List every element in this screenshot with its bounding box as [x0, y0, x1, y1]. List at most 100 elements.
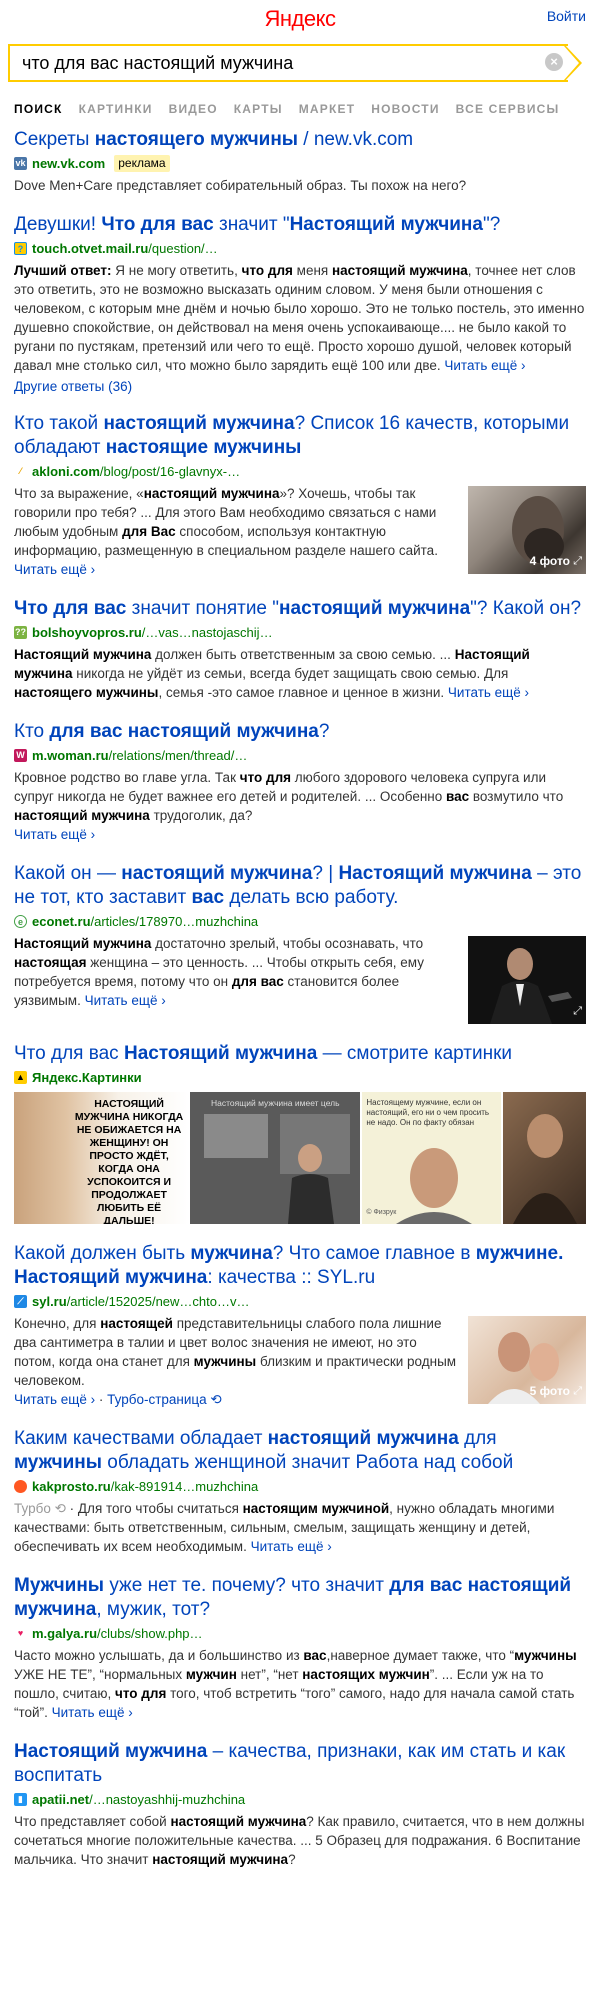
kakprosto-icon	[14, 1480, 27, 1493]
result-snippet: Турбо ⟲ · Для того чтобы считаться насто…	[14, 1501, 555, 1554]
header: Яндекс Войти	[0, 0, 600, 40]
result-title[interactable]: Кто для вас настоящий мужчина?	[14, 720, 586, 744]
photo-count-badge: 5 фото	[529, 1384, 570, 1398]
tab-all-services[interactable]: все сервисы	[456, 102, 560, 116]
result-item: Какой должен быть мужчина? Что самое гла…	[14, 1242, 586, 1409]
result-item: Что для вас значит понятие "настоящий му…	[14, 597, 586, 702]
yandex-logo[interactable]: Яндекс	[0, 6, 600, 32]
tab-search[interactable]: поиск	[14, 102, 63, 116]
result-thumbnail[interactable]: 5 фото ⤢	[468, 1316, 586, 1404]
result-title[interactable]: Настоящий мужчина – качества, признаки, …	[14, 1740, 586, 1788]
result-title[interactable]: Девушки! Что для вас значит "Настоящий м…	[14, 213, 586, 237]
result-url-link[interactable]: syl.ru/article/152025/new…chto…v…	[32, 1293, 250, 1310]
result-snippet: Конечно, для настоящей представительницы…	[14, 1316, 457, 1407]
syl-icon: ⟋	[14, 1295, 27, 1308]
search-arrow-inner-decor	[564, 46, 579, 80]
image-thumbnail[interactable]: Настоящий мужчина имеет цель	[190, 1092, 361, 1224]
result-url-link[interactable]: new.vk.com	[32, 155, 105, 172]
read-more-link[interactable]: Читать ещё ›	[85, 993, 166, 1008]
search-bar: что для вас настоящий мужчина ×	[8, 44, 584, 82]
result-url: e econet.ru/articles/178970…muzhchina	[14, 913, 586, 930]
expand-icon: ⤢	[573, 555, 582, 567]
result-url: W m.woman.ru/relations/men/thread/…	[14, 747, 586, 764]
result-url-link[interactable]: Яндекс.Картинки	[32, 1069, 142, 1086]
result-item: Секреты настоящего мужчины / new.vk.com …	[14, 128, 586, 195]
result-snippet: Часто можно услышать, да и большинство и…	[14, 1648, 577, 1720]
image-caption: © Физрук	[366, 1209, 397, 1216]
man-in-suit-photo	[490, 948, 572, 1024]
result-url: kakprosto.ru/kak-891914…muzhchina	[14, 1478, 586, 1495]
result-title[interactable]: Какой должен быть мужчина? Что самое гла…	[14, 1242, 586, 1290]
result-url-link[interactable]: akloni.com/blog/post/16-glavnyx-…	[32, 463, 240, 480]
turbo-page-link[interactable]: Турбо-страница	[107, 1392, 207, 1407]
result-title[interactable]: Кто такой настоящий мужчина? Список 16 к…	[14, 412, 586, 460]
result-url: ▮ apatii.net/…nastoyashhij-muzhchina	[14, 1791, 586, 1808]
bolshoyvopros-icon: ??	[14, 626, 27, 639]
result-title[interactable]: Мужчины уже нет те. почему? что значит д…	[14, 1574, 586, 1622]
result-url: ⟋ syl.ru/article/152025/new…chto…v…	[14, 1293, 586, 1310]
read-more-link[interactable]: Читать ещё ›	[14, 562, 95, 577]
turbo-icon: ⟲	[210, 1392, 222, 1407]
image-caption: НАСТОЯЩИЙ МУЖЧИНА НИКОГДА НЕ ОБИЖАЕТСЯ Н…	[74, 1098, 184, 1224]
akloni-icon: ⁄	[14, 465, 27, 478]
result-url: ⁄ akloni.com/blog/post/16-glavnyx-…	[14, 463, 586, 480]
search-query: что для вас настоящий мужчина	[22, 52, 294, 73]
login-link[interactable]: Войти	[547, 8, 586, 24]
read-more-link[interactable]: Читать ещё ›	[448, 685, 529, 700]
result-url: ♥ m.galya.ru/clubs/show.php…	[14, 1625, 586, 1642]
clear-icon[interactable]: ×	[545, 53, 563, 71]
search-input[interactable]: что для вас настоящий мужчина	[8, 44, 568, 82]
turbo-icon: ⟲	[54, 1501, 66, 1516]
result-title[interactable]: Какой он — настоящий мужчина? | Настоящи…	[14, 862, 586, 910]
woman-ru-icon: W	[14, 749, 27, 762]
result-snippet: Настоящий мужчина должен быть ответствен…	[14, 647, 530, 700]
result-snippet: Что за выражение, «настоящий мужчина»? Х…	[14, 486, 438, 577]
result-url: ▲ Яндекс.Картинки	[14, 1069, 586, 1086]
result-url-link[interactable]: econet.ru/articles/178970…muzhchina	[32, 913, 258, 930]
read-more-link[interactable]: Читать ещё ›	[251, 1539, 332, 1554]
result-item: Что для вас Настоящий мужчина — смотрите…	[14, 1042, 587, 1224]
vk-icon: vk	[14, 157, 27, 170]
image-strip: НАСТОЯЩИЙ МУЖЧИНА НИКОГДА НЕ ОБИЖАЕТСЯ Н…	[14, 1092, 587, 1224]
result-item: Мужчины уже нет те. почему? что значит д…	[14, 1574, 586, 1722]
result-snippet: Что представляет собой настоящий мужчина…	[14, 1814, 585, 1867]
tab-market[interactable]: маркет	[299, 102, 356, 116]
photo-count-badge: 4 фото	[529, 554, 570, 568]
search-tabs: поиск картинки видео карты маркет новост…	[14, 102, 559, 116]
image-thumbnail[interactable]	[502, 1092, 587, 1224]
result-title[interactable]: Секреты настоящего мужчины / new.vk.com	[14, 128, 586, 152]
read-more-link[interactable]: Читать ещё ›	[52, 1705, 133, 1720]
result-title[interactable]: Каким качествами обладает настоящий мужч…	[14, 1427, 586, 1475]
image-thumbnail[interactable]: НАСТОЯЩИЙ МУЖЧИНА НИКОГДА НЕ ОБИЖАЕТСЯ Н…	[14, 1092, 189, 1224]
result-title[interactable]: Что для вас значит понятие "настоящий му…	[14, 597, 586, 621]
tab-video[interactable]: видео	[169, 102, 218, 116]
result-url: ?? bolshoyvopros.ru/…vas…nastojaschij…	[14, 624, 586, 641]
result-item: Какой он — настоящий мужчина? | Настоящи…	[14, 862, 586, 1024]
tab-images[interactable]: картинки	[79, 102, 153, 116]
result-item: Кто такой настоящий мужчина? Список 16 к…	[14, 412, 586, 579]
image-thumbnail[interactable]: Настоящему мужчине, если он настоящий, е…	[362, 1092, 501, 1224]
read-more-link[interactable]: Читать ещё ›	[14, 827, 95, 842]
result-url-link[interactable]: bolshoyvopros.ru/…vas…nastojaschij…	[32, 624, 273, 641]
tab-news[interactable]: новости	[371, 102, 439, 116]
tab-maps[interactable]: карты	[234, 102, 283, 116]
ad-badge: реклама	[114, 155, 170, 172]
result-thumbnail[interactable]: 4 фото ⤢	[468, 486, 586, 574]
result-url-link[interactable]: m.galya.ru/clubs/show.php…	[32, 1625, 203, 1642]
result-snippet: Кровное родство во главе угла. Так что д…	[14, 770, 564, 842]
result-thumbnail[interactable]: ⤢	[468, 936, 586, 1024]
result-item: Кто для вас настоящий мужчина? W m.woman…	[14, 720, 586, 844]
read-more-link[interactable]: Читать ещё ›	[14, 1392, 95, 1407]
result-url-link[interactable]: apatii.net/…nastoyashhij-muzhchina	[32, 1791, 245, 1808]
read-more-link[interactable]: Читать ещё ›	[444, 358, 525, 373]
bald-man-photo	[396, 1148, 473, 1224]
result-url-link[interactable]: m.woman.ru/relations/men/thread/…	[32, 747, 247, 764]
heart-icon: ♥	[14, 1627, 27, 1640]
expand-icon: ⤢	[573, 1005, 582, 1017]
result-title[interactable]: Что для вас Настоящий мужчина — смотрите…	[14, 1042, 586, 1066]
result-url-link[interactable]: kakprosto.ru/kak-891914…muzhchina	[32, 1478, 258, 1495]
search-results: Секреты настоящего мужчины / new.vk.com …	[14, 128, 587, 1887]
result-url: vk new.vk.com реклама	[14, 155, 586, 172]
other-answers-link[interactable]: Другие ответы (36)	[14, 379, 586, 394]
result-url-link[interactable]: touch.otvet.mail.ru/question/…	[32, 240, 218, 257]
